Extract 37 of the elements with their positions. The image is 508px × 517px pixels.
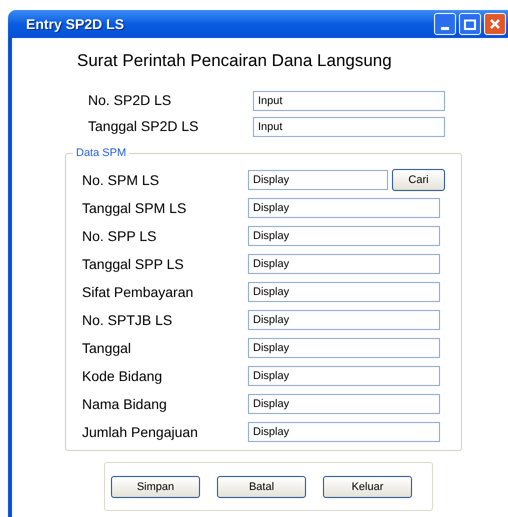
window-title: Entry SP2D LS — [26, 14, 126, 34]
text-field[interactable]: Display — [248, 170, 388, 190]
field-label: Nama Bidang — [82, 394, 168, 414]
field-label: No. SPP LS — [82, 226, 158, 246]
field-label: Tanggal SPP LS — [82, 254, 185, 274]
field-label: Sifat Pembayaran — [82, 282, 194, 302]
minimize-icon — [441, 27, 449, 30]
search-button[interactable]: Cari — [392, 169, 445, 191]
field-label: No. SPTJB LS — [82, 310, 174, 330]
form-heading: Surat Perintah Pencairan Dana Langsung — [77, 50, 392, 72]
text-field[interactable]: Display — [248, 394, 440, 414]
action-button[interactable]: Keluar — [323, 476, 412, 498]
text-field[interactable]: Display — [248, 282, 440, 302]
text-field[interactable]: Input — [253, 116, 445, 136]
text-field[interactable]: Display — [248, 310, 440, 330]
text-field[interactable]: Display — [248, 226, 440, 246]
close-button[interactable] — [484, 13, 506, 35]
text-field[interactable]: Display — [248, 338, 440, 358]
field-label: Kode Bidang — [82, 366, 164, 386]
action-button[interactable]: Batal — [217, 476, 306, 498]
close-icon — [489, 18, 501, 30]
maximize-icon — [464, 18, 476, 30]
maximize-button[interactable] — [459, 13, 481, 35]
field-label: Tanggal SP2D LS — [88, 117, 200, 136]
field-label: Jumlah Pengajuan — [82, 422, 199, 442]
group-title: Data SPM — [73, 147, 130, 159]
action-button[interactable]: Simpan — [111, 476, 200, 498]
text-field[interactable]: Display — [248, 366, 440, 386]
text-field[interactable]: Input — [253, 90, 445, 110]
field-label: No. SPM LS — [82, 170, 160, 190]
field-label: No. SP2D LS — [88, 91, 172, 110]
field-label: Tanggal SPM LS — [82, 198, 188, 218]
field-label: Tanggal — [82, 338, 132, 358]
text-field[interactable]: Display — [248, 254, 440, 274]
text-field[interactable]: Display — [248, 198, 440, 218]
text-field[interactable]: Display — [248, 422, 440, 442]
minimize-button[interactable] — [434, 13, 456, 35]
